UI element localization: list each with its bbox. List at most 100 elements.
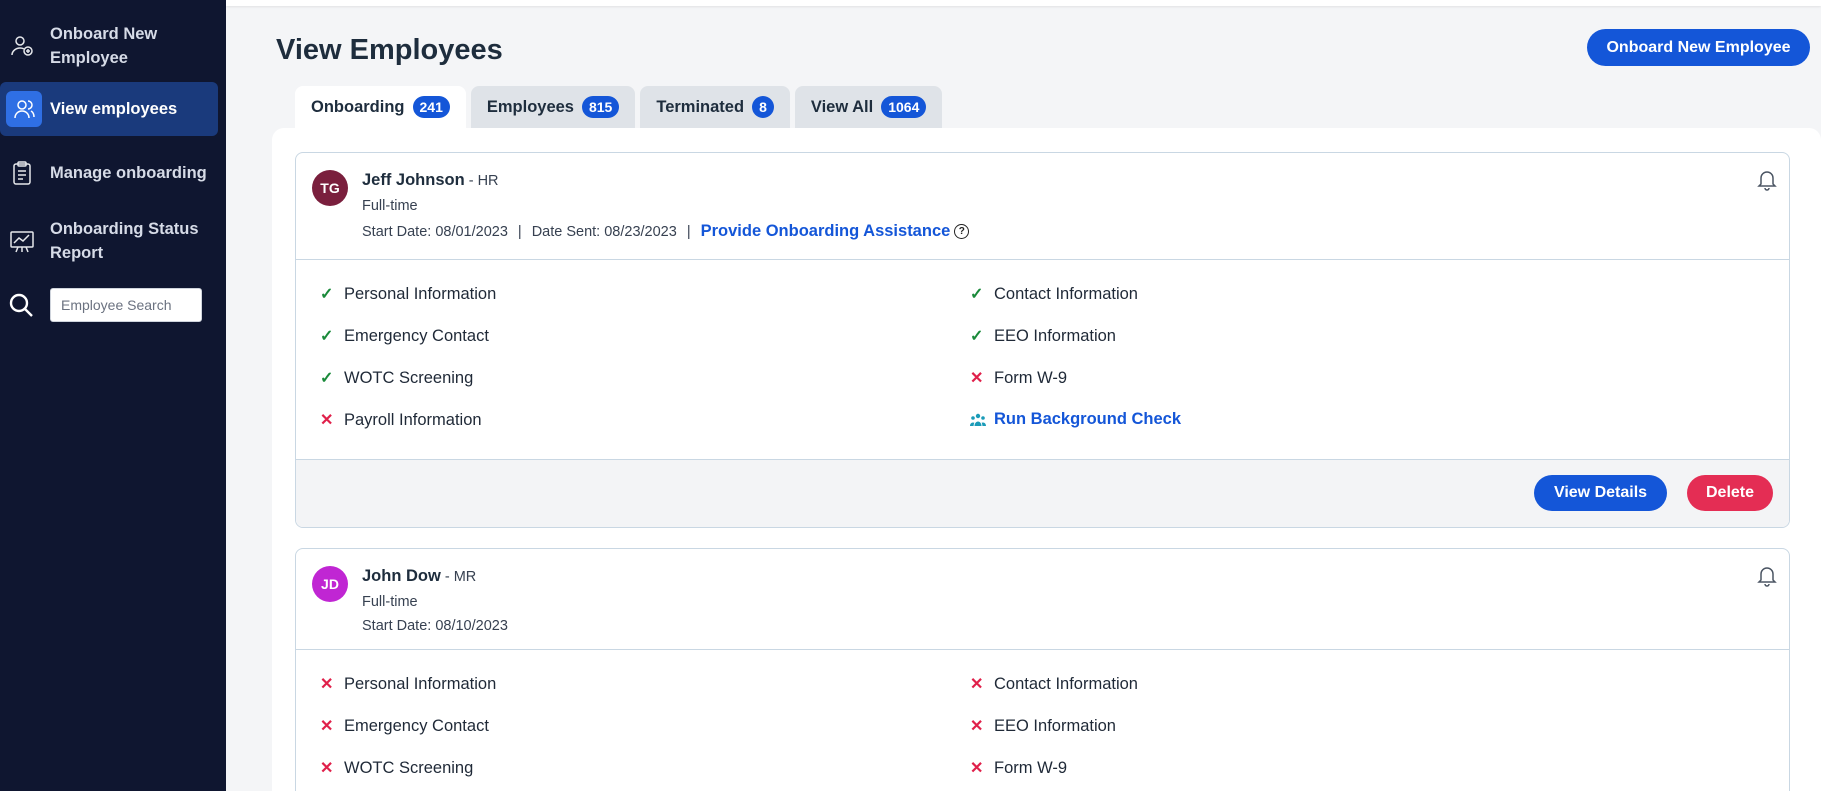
checklist-item-label: WOTC Screening	[344, 368, 474, 387]
x-icon: ✕	[970, 676, 984, 693]
checklist-item-label: Contact Information	[994, 674, 1138, 693]
checklist-item-label: Emergency Contact	[344, 326, 489, 345]
employee-name-line: Jeff Johnson - HR	[362, 171, 499, 190]
tab-label: View All	[810, 97, 874, 116]
check-icon: ✓	[320, 328, 334, 345]
checklist-item-label: Form W-9	[994, 368, 1068, 387]
checklist-item: ✕ Form W-9	[970, 368, 1067, 388]
employee-card-header: JD John Dow - MR Full-time Start Date: 0…	[296, 549, 1789, 650]
employee-card: TG Jeff Johnson - HR Full-time Start Dat…	[295, 152, 1790, 528]
employment-type: Full-time	[362, 198, 418, 214]
delete-button[interactable]: Delete	[1687, 475, 1773, 511]
checklist-item: ✕ WOTC Screening	[320, 758, 473, 778]
user-add-icon	[8, 32, 36, 60]
tab-terminated[interactable]: Terminated 8	[640, 86, 790, 128]
x-icon: ✕	[320, 760, 334, 777]
team-icon	[970, 413, 994, 427]
x-icon: ✕	[970, 370, 984, 387]
checklist-item-label: Payroll Information	[344, 410, 482, 429]
checklist-item: ✓ Personal Information	[320, 284, 496, 304]
checklist-item: ✓ WOTC Screening	[320, 368, 473, 388]
employee-name: Jeff Johnson	[362, 171, 465, 189]
sidebar-item-view-employees[interactable]: View employees	[0, 82, 218, 136]
checklist-item-label: Personal Information	[344, 674, 497, 693]
sidebar-item-label: Onboard New Employee	[50, 25, 158, 67]
check-icon: ✓	[320, 286, 334, 303]
tab-onboarding[interactable]: Onboarding 241	[295, 86, 466, 128]
clipboard-icon	[8, 159, 36, 187]
employee-name: John Dow	[362, 567, 441, 585]
avatar: JD	[312, 566, 348, 602]
sidebar: Onboard New Employee View employees Mana…	[0, 0, 226, 791]
employee-tabs: Onboarding 241 Employees 815 Terminated …	[295, 86, 943, 128]
search-icon[interactable]	[8, 292, 34, 323]
employee-dates: Start Date: 08/10/2023	[362, 618, 508, 634]
employee-search-input[interactable]	[50, 288, 202, 322]
tab-label: Employees	[486, 97, 574, 116]
avatar: TG	[312, 170, 348, 206]
employee-name-line: John Dow - MR	[362, 567, 476, 586]
sidebar-item-label: View employees	[50, 100, 178, 118]
date-sent: Date Sent: 08/23/2023	[531, 223, 677, 240]
tab-label: Terminated	[656, 97, 745, 116]
start-date: Start Date: 08/10/2023	[362, 618, 508, 634]
x-icon: ✕	[320, 718, 334, 735]
page-title: View Employees	[276, 34, 503, 66]
checklist-item: ✓ Emergency Contact	[320, 326, 489, 346]
checklist-item: ✕ EEO Information	[970, 716, 1116, 736]
employee-card-header: TG Jeff Johnson - HR Full-time Start Dat…	[296, 153, 1789, 260]
count-badge: 815	[581, 96, 620, 118]
check-icon: ✓	[320, 370, 334, 387]
run-background-check-link[interactable]: Run Background Check	[994, 410, 1181, 429]
count-badge: 241	[412, 96, 450, 118]
top-bar	[226, 0, 1821, 6]
tab-label: Onboarding	[311, 97, 405, 116]
divider: |	[517, 223, 522, 240]
onboard-new-employee-button[interactable]: Onboard New Employee	[1587, 29, 1810, 66]
checklist-item-label: WOTC Screening	[344, 758, 474, 777]
provide-onboarding-assistance-link[interactable]: Provide Onboarding Assistance	[701, 222, 951, 241]
view-details-button[interactable]: View Details	[1534, 475, 1667, 511]
checklist-item-label: Form W-9	[994, 758, 1068, 777]
checklist-item: ✕ Payroll Information	[320, 410, 482, 430]
check-icon: ✓	[970, 286, 984, 303]
users-icon	[6, 91, 42, 127]
divider: |	[686, 223, 691, 240]
employment-type: Full-time	[362, 594, 418, 610]
count-badge: 8	[752, 96, 774, 118]
x-icon: ✕	[320, 412, 334, 429]
x-icon: ✕	[970, 718, 984, 735]
checklist-item: Run Background Check	[970, 410, 1181, 429]
chart-board-icon	[8, 227, 36, 255]
checklist-item: ✕ Form W-9	[970, 758, 1067, 778]
check-icon: ✓	[970, 328, 984, 345]
tab-employees[interactable]: Employees 815	[470, 86, 636, 128]
employee-search	[0, 288, 218, 322]
checklist-item-label: EEO Information	[994, 716, 1116, 735]
sidebar-item-label: Onboarding Status Report	[50, 220, 199, 262]
bell-icon[interactable]	[1757, 169, 1777, 196]
x-icon: ✕	[320, 676, 334, 693]
checklist-item: ✕ Emergency Contact	[320, 716, 489, 736]
checklist-item-label: Contact Information	[994, 284, 1138, 303]
tab-view-all[interactable]: View All 1064	[794, 86, 943, 128]
sidebar-item-onboarding-status-report[interactable]: Onboarding Status Report	[0, 217, 218, 265]
checklist-item: ✕ Contact Information	[970, 674, 1138, 694]
checklist-item: ✓ Contact Information	[970, 284, 1138, 304]
checklist-item: ✕ Personal Information	[320, 674, 496, 694]
employee-dates: Start Date: 08/01/2023 | Date Sent: 08/2…	[362, 222, 970, 241]
checklist-item-label: Emergency Contact	[344, 716, 489, 735]
checklist-item: ✓ EEO Information	[970, 326, 1116, 346]
employee-role: - MR	[440, 569, 477, 585]
start-date: Start Date: 08/01/2023	[362, 223, 508, 240]
employee-card-footer: View Details Delete	[296, 459, 1789, 527]
help-icon[interactable]: ?	[954, 224, 970, 239]
checklist-item-label: Personal Information	[344, 284, 497, 303]
count-badge: 1064	[881, 96, 927, 118]
bell-icon[interactable]	[1757, 565, 1777, 592]
sidebar-item-onboard-new-employee[interactable]: Onboard New Employee	[0, 22, 218, 70]
checklist-item-label: EEO Information	[994, 326, 1116, 345]
sidebar-item-label: Manage onboarding	[50, 164, 207, 182]
sidebar-item-manage-onboarding[interactable]: Manage onboarding	[0, 149, 218, 197]
employee-role: - HR	[464, 173, 499, 189]
